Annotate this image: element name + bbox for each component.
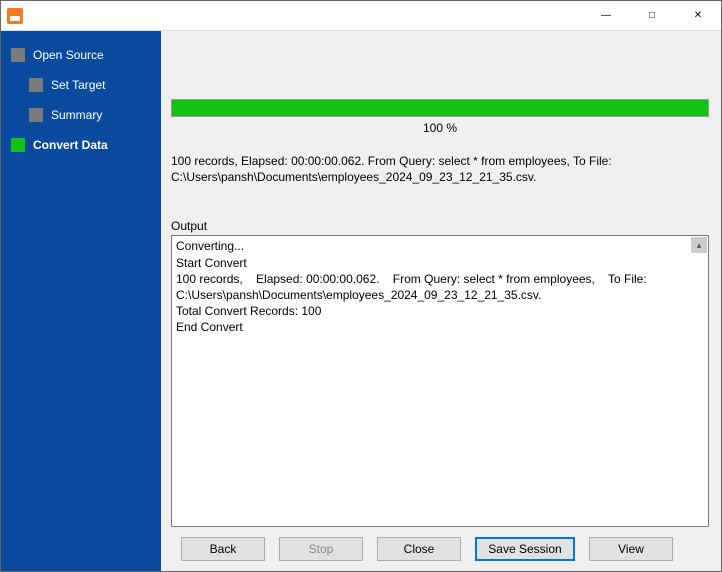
progress-label: 100 % bbox=[171, 121, 709, 135]
progress-fill bbox=[172, 100, 708, 116]
step-label: Set Target bbox=[51, 78, 105, 92]
wizard-step-convert-data[interactable]: Convert Data bbox=[11, 133, 161, 157]
step-label: Open Source bbox=[33, 48, 104, 62]
titlebar[interactable]: — □ ✕ bbox=[1, 1, 721, 31]
wizard-step-summary[interactable]: Summary bbox=[29, 103, 161, 127]
step-label: Convert Data bbox=[33, 138, 108, 152]
maximize-button[interactable]: □ bbox=[629, 1, 675, 31]
app-window: — □ ✕ Open Source Set Target Summary Conver… bbox=[0, 0, 722, 572]
wizard-step-open-source[interactable]: Open Source bbox=[11, 43, 161, 67]
wizard-sidebar: Open Source Set Target Summary Convert Data bbox=[1, 31, 161, 571]
window-close-button[interactable]: ✕ bbox=[675, 1, 721, 31]
step-status-box bbox=[11, 48, 25, 62]
stop-button: Stop bbox=[279, 537, 363, 561]
close-button[interactable]: Close bbox=[377, 537, 461, 561]
scroll-up-button[interactable] bbox=[691, 237, 707, 253]
save-session-button[interactable]: Save Session bbox=[475, 537, 575, 561]
output-label: Output bbox=[171, 219, 709, 233]
output-box: Converting... Start Convert 100 records,… bbox=[171, 235, 709, 527]
minimize-button[interactable]: — bbox=[583, 1, 629, 31]
summary-text: 100 records, Elapsed: 00:00:00.062. From… bbox=[171, 153, 709, 185]
app-icon bbox=[7, 8, 23, 24]
step-label: Summary bbox=[51, 108, 102, 122]
back-button[interactable]: Back bbox=[181, 537, 265, 561]
view-button[interactable]: View bbox=[589, 537, 673, 561]
button-row: Back Stop Close Save Session View bbox=[171, 537, 709, 561]
step-status-box bbox=[29, 78, 43, 92]
progress-bar bbox=[171, 99, 709, 117]
output-log[interactable]: Converting... Start Convert 100 records,… bbox=[176, 238, 690, 524]
step-status-box bbox=[29, 108, 43, 122]
wizard-step-set-target[interactable]: Set Target bbox=[29, 73, 161, 97]
step-status-box bbox=[11, 138, 25, 152]
main-panel: 100 % 100 records, Elapsed: 00:00:00.062… bbox=[161, 31, 721, 571]
